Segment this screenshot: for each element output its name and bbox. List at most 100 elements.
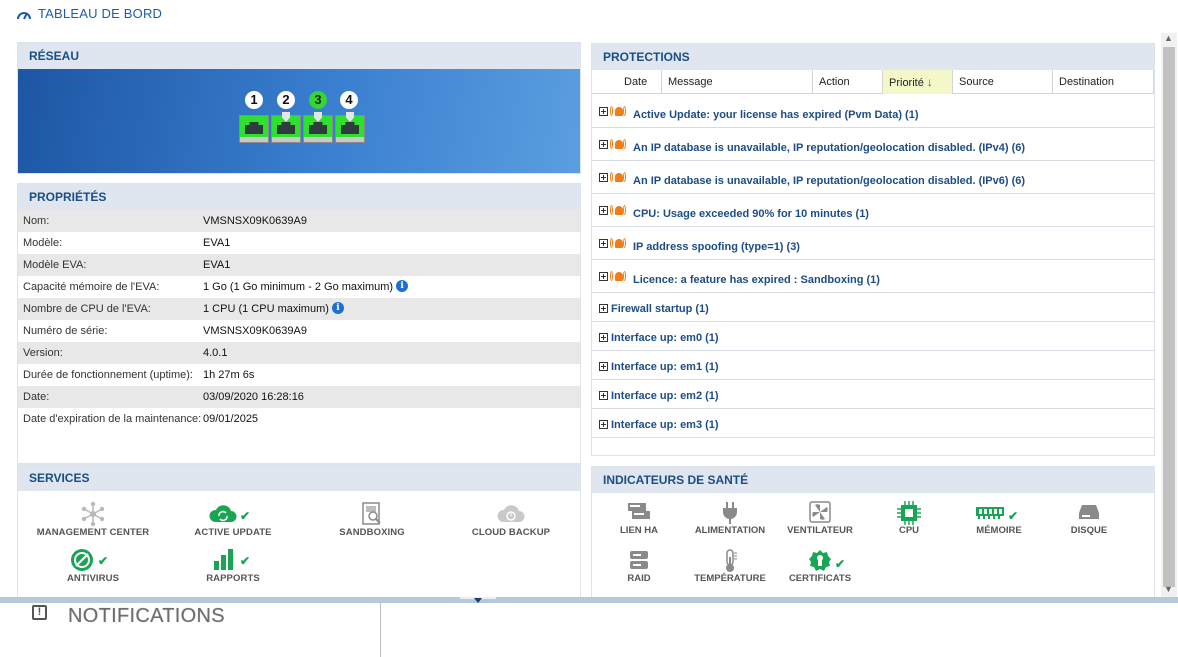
network-panel: RÉSEAU 1 2 3 4: [17, 42, 581, 174]
scroll-up-icon[interactable]: ▲: [1164, 33, 1173, 43]
alarm-row[interactable]: An IP database is unavailable, IP reputa…: [592, 128, 1154, 161]
alarm-message: Firewall startup (1): [611, 303, 709, 315]
alarm-row[interactable]: Interface up: em3 (1): [592, 409, 1154, 438]
alarm-row[interactable]: Interface up: em1 (1): [592, 351, 1154, 380]
expand-icon[interactable]: [599, 173, 608, 182]
scroll-down-icon[interactable]: ▼: [1164, 584, 1173, 594]
alarm-row[interactable]: Active Update: your license has expired …: [592, 95, 1154, 128]
health-panel: INDICATEURS DE SANTÉ LIEN HA ALIMENTATIO…: [591, 466, 1155, 598]
property-row: Version: 4.0.1: [18, 342, 580, 364]
health-panel-title: INDICATEURS DE SANTÉ: [592, 467, 1154, 493]
health-temperature[interactable]: TEMPÉRATURE: [685, 549, 775, 584]
alarm-bell-icon: [610, 105, 626, 119]
health-memoire[interactable]: ✔ MÉMOIRE: [954, 501, 1044, 536]
property-row: Capacité mémoire de l'EVA: 1 Go (1 Go min…: [18, 276, 580, 298]
alarm-row[interactable]: An IP database is unavailable, IP reputa…: [592, 161, 1154, 194]
scrollbar-thumb[interactable]: [1163, 47, 1175, 587]
expand-icon[interactable]: [599, 272, 608, 281]
column-source[interactable]: Source: [953, 70, 1053, 94]
sort-desc-icon: ↓: [926, 75, 933, 89]
alarm-bell-icon: [610, 237, 626, 251]
ha-link-icon: [628, 503, 650, 519]
alarm-row[interactable]: Firewall startup (1): [592, 293, 1154, 322]
column-destination[interactable]: Destination: [1053, 70, 1154, 94]
network-port-1[interactable]: [239, 115, 269, 143]
service-label: ACTIVE UPDATE: [194, 527, 272, 538]
health-ha-link[interactable]: LIEN HA: [594, 501, 684, 536]
alarm-row[interactable]: Licence: a feature has expired : Sandbox…: [592, 260, 1154, 293]
column-priorite[interactable]: Priorité ↓: [883, 70, 953, 94]
column-action[interactable]: Action: [813, 70, 883, 94]
expand-icon[interactable]: [599, 206, 608, 215]
property-value: VMSNSX09K0639A9: [203, 215, 307, 227]
property-value: 1h 27m 6s: [203, 369, 255, 381]
alarm-message: Interface up: em1 (1): [611, 361, 719, 373]
service-sandboxing[interactable]: SANDBOXING: [297, 501, 447, 538]
info-icon[interactable]: i: [331, 302, 344, 314]
cloud-backup-icon: [497, 505, 525, 522]
alarm-message: IP address spoofing (type=1) (3): [633, 241, 800, 253]
property-value-wrap: 1 Go (1 Go minimum - 2 Go maximum) i: [203, 276, 409, 298]
health-cpu[interactable]: CPU: [864, 501, 954, 536]
health-label: DISQUE: [1070, 525, 1108, 536]
health-ventilateur[interactable]: VENTILATEUR: [775, 501, 865, 536]
property-key: Modèle:: [23, 237, 63, 249]
expand-icon[interactable]: [599, 239, 608, 248]
expand-icon[interactable]: [599, 391, 608, 400]
service-cloud-backup[interactable]: CLOUD BACKUP: [436, 501, 586, 538]
alarm-row[interactable]: IP address spoofing (type=1) (3): [592, 227, 1154, 260]
expand-icon[interactable]: [599, 362, 608, 371]
certificate-icon: [809, 550, 831, 571]
health-alimentation[interactable]: ALIMENTATION: [685, 501, 775, 536]
expand-icon[interactable]: [599, 333, 608, 342]
property-row: Numéro de série: VMSNSX09K0639A9: [18, 320, 580, 342]
health-label: VENTILATEUR: [787, 525, 853, 536]
service-active-update[interactable]: ✔ ACTIVE UPDATE: [158, 501, 308, 538]
health-label: TEMPÉRATURE: [694, 573, 766, 584]
health-certificats[interactable]: ✔ CERTIFICATS: [775, 549, 865, 584]
health-disque[interactable]: DISQUE: [1044, 501, 1134, 536]
expand-icon[interactable]: [599, 304, 608, 313]
alert-box-icon: !: [32, 605, 47, 620]
property-row: Durée de fonctionnement (uptime): 1h 27m …: [18, 364, 580, 386]
property-key: Capacité mémoire de l'EVA:: [23, 281, 160, 293]
network-hub-icon: [81, 501, 105, 527]
port-number-2: 2: [277, 91, 295, 109]
disk-icon: [1079, 505, 1099, 519]
property-row: Date: 03/09/2020 16:28:16: [18, 386, 580, 408]
network-port-2[interactable]: [271, 112, 301, 143]
alarm-row[interactable]: Interface up: em2 (1): [592, 380, 1154, 409]
column-message[interactable]: Message: [662, 70, 813, 94]
protections-panel: PROTECTIONS Date Message Action Priorité…: [591, 43, 1155, 456]
service-rapports[interactable]: ✔ RAPPORTS: [158, 547, 308, 584]
alarm-message: Interface up: em0 (1): [611, 332, 719, 344]
network-port-3[interactable]: [303, 112, 333, 143]
alarm-message: Interface up: em2 (1): [611, 390, 719, 402]
alarm-row[interactable]: Interface up: em0 (1): [592, 322, 1154, 351]
expand-icon[interactable]: [599, 140, 608, 149]
property-value-wrap: 1 CPU (1 CPU maximum) i: [203, 298, 344, 320]
check-icon: ✔: [240, 509, 251, 523]
network-port-4[interactable]: [335, 112, 365, 143]
services-panel-title: SERVICES: [18, 465, 580, 491]
property-key: Durée de fonctionnement (uptime):: [23, 369, 193, 381]
info-icon[interactable]: i: [396, 280, 409, 292]
column-date[interactable]: Date: [592, 70, 662, 94]
alarm-row[interactable]: CPU: Usage exceeded 90% for 10 minutes (…: [592, 194, 1154, 227]
property-key: Nombre de CPU de l'EVA:: [23, 303, 151, 315]
notifications-title[interactable]: NOTIFICATIONS: [68, 605, 225, 628]
expand-icon[interactable]: [599, 107, 608, 116]
health-raid[interactable]: RAID: [594, 549, 684, 584]
service-management-center[interactable]: MANAGEMENT CENTER: [18, 501, 168, 538]
check-icon: ✔: [240, 554, 251, 568]
alarm-message: Licence: a feature has expired : Sandbox…: [633, 274, 880, 286]
alarm-bell-icon: [610, 171, 626, 185]
expand-icon[interactable]: [599, 420, 608, 429]
check-icon: ✔: [98, 554, 109, 568]
property-value: 4.0.1: [203, 347, 228, 359]
port-number-3: 3: [309, 91, 327, 109]
service-label: ANTIVIRUS: [66, 573, 120, 584]
service-antivirus[interactable]: ✔ ANTIVIRUS: [18, 547, 168, 584]
service-label: RAPPORTS: [206, 573, 260, 584]
page-scrollbar[interactable]: ▲ ▼: [1161, 33, 1177, 597]
